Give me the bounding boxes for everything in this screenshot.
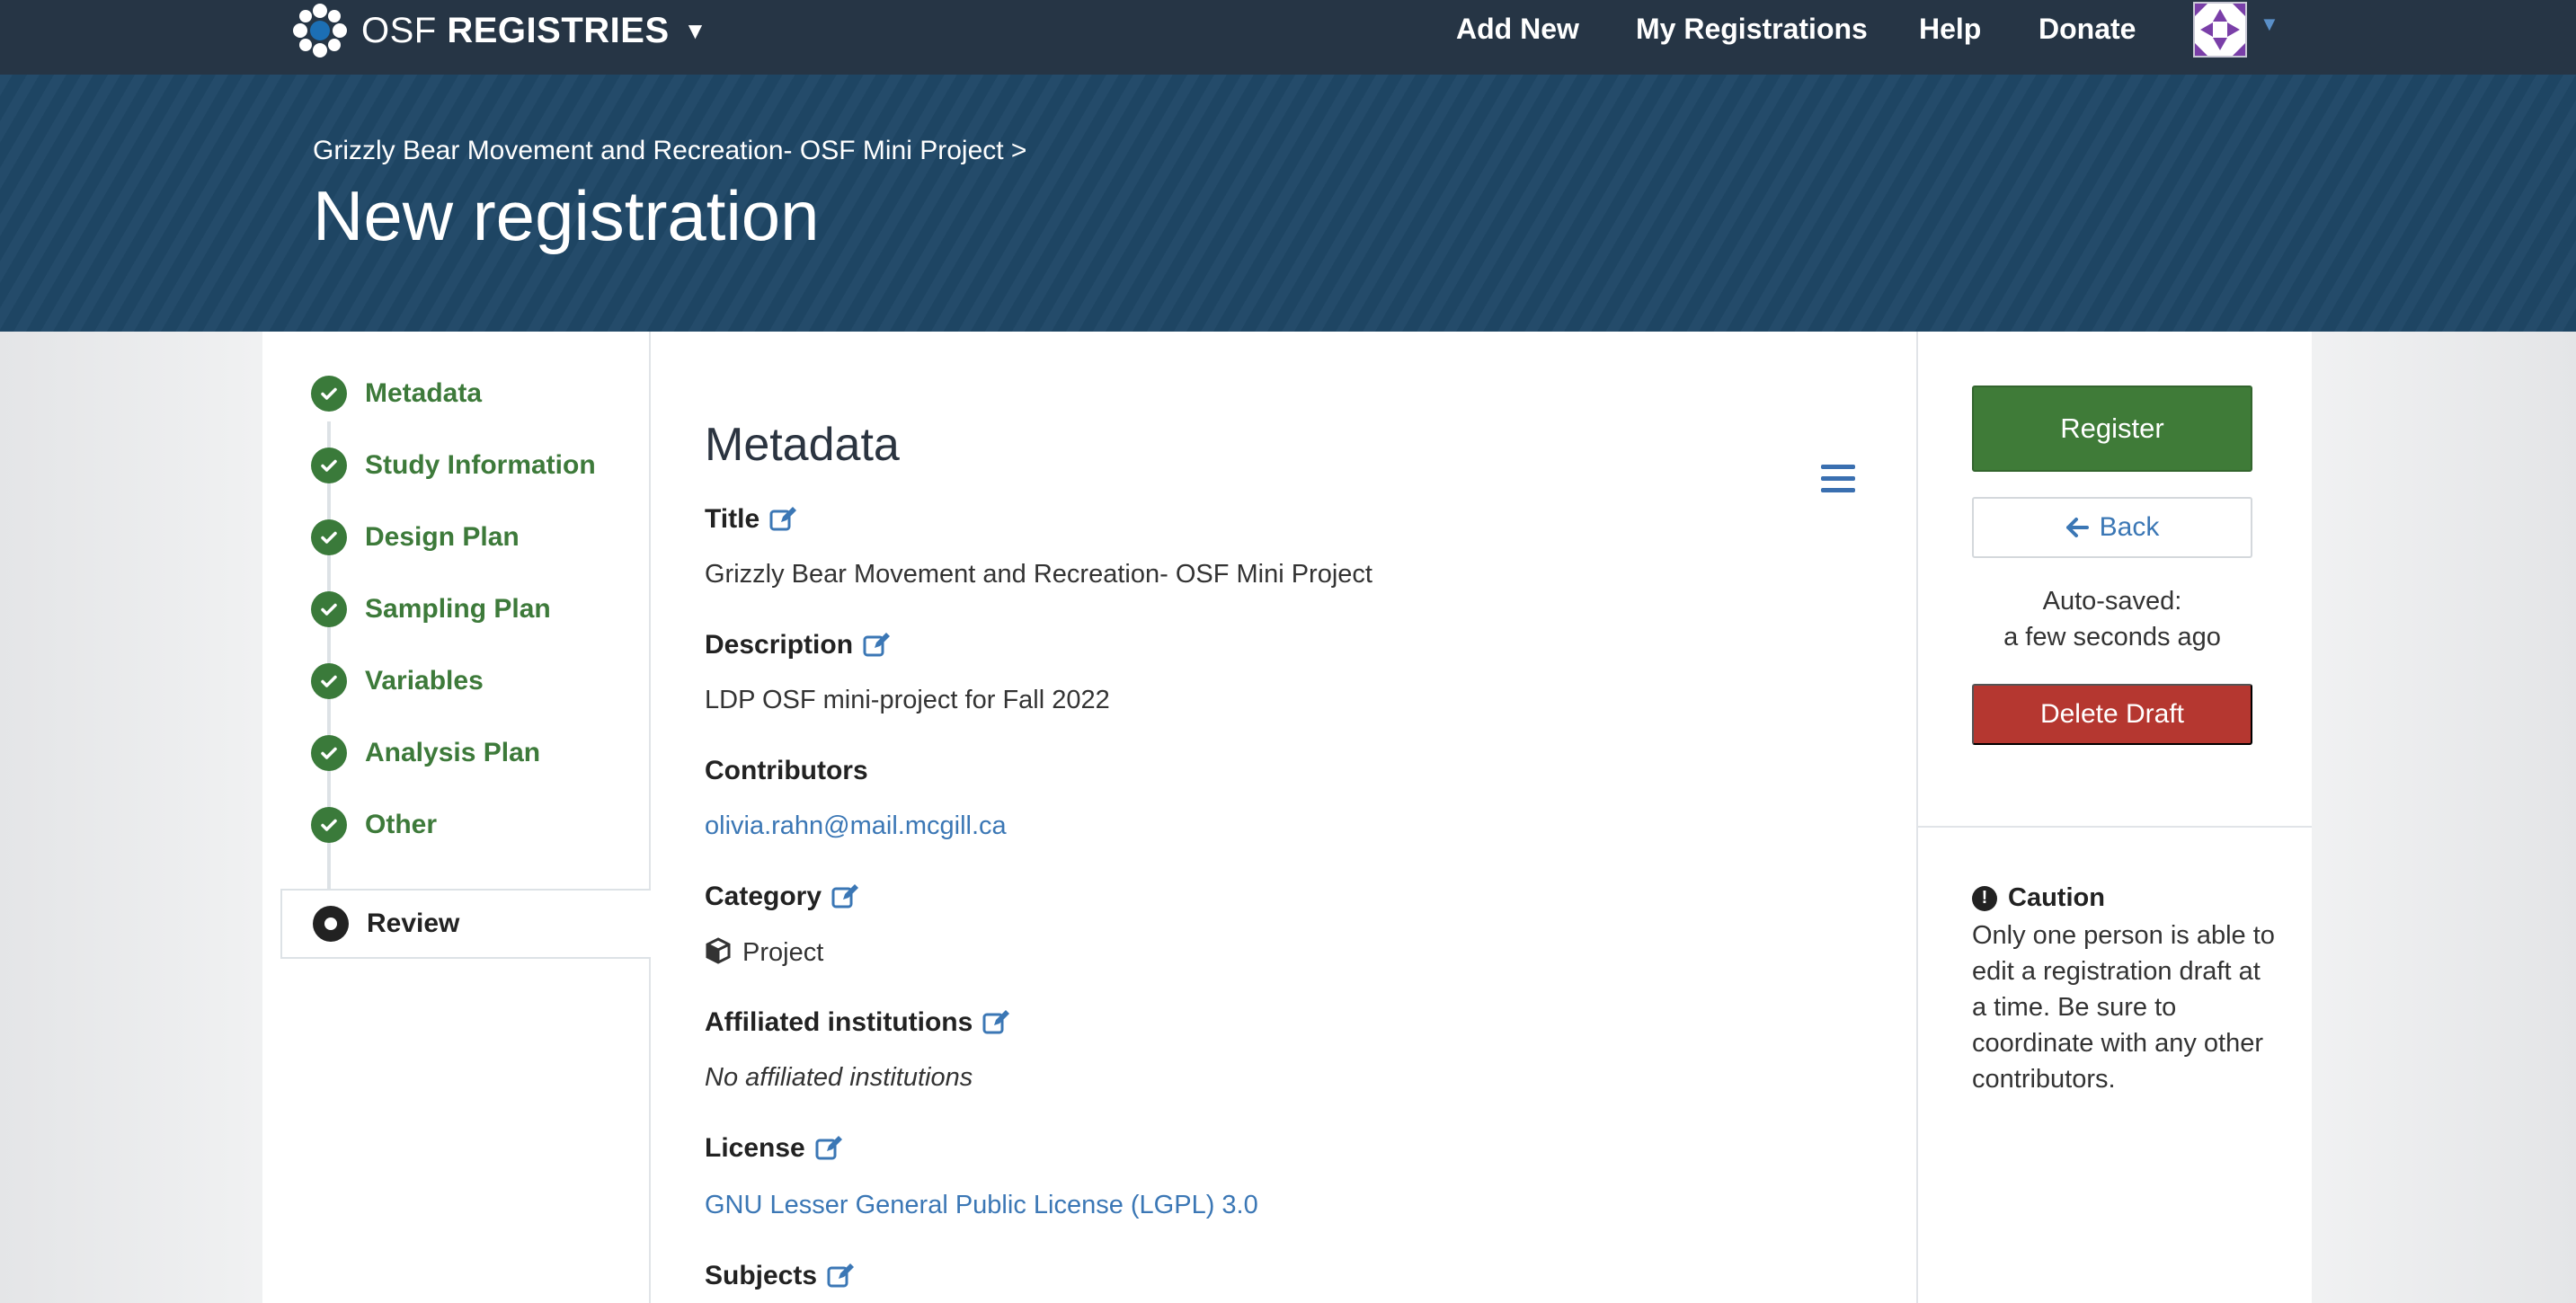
autosave-time: a few seconds ago (2003, 623, 2221, 652)
step-label: Variables (365, 666, 484, 696)
breadcrumb[interactable]: Grizzly Bear Movement and Recreation- OS… (313, 136, 1026, 166)
page-title: New registration (313, 176, 820, 255)
license-field-label: License (705, 1133, 843, 1164)
contributors-field-label: Contributors (705, 756, 868, 785)
user-avatar[interactable] (2193, 2, 2247, 58)
autosave-label: Auto-saved: (2042, 587, 2182, 616)
category-value: Project (705, 937, 823, 968)
edit-icon[interactable] (862, 631, 891, 660)
edit-icon[interactable] (814, 1134, 843, 1163)
step-label: Metadata (365, 378, 483, 408)
check-circle-icon (311, 591, 347, 627)
user-menu-caret-icon[interactable]: ▼ (2260, 13, 2279, 36)
divider (1918, 826, 2312, 828)
edit-icon[interactable] (982, 1008, 1010, 1037)
dot-circle-icon (313, 906, 349, 942)
exclamation-circle-icon: ! (1972, 885, 1997, 911)
check-circle-icon (311, 807, 347, 843)
registration-panel: Metadata Study Information Design Plan S… (262, 332, 2312, 1303)
section-title: Metadata (705, 419, 900, 471)
steps-sidebar: Metadata Study Information Design Plan S… (262, 332, 651, 1303)
step-analysis-plan[interactable]: Analysis Plan (262, 718, 651, 788)
license-link[interactable]: GNU Lesser General Public License (LGPL)… (705, 1191, 1258, 1220)
page-header: Grizzly Bear Movement and Recreation- OS… (0, 75, 2576, 332)
autosave-status: Auto-saved: a few seconds ago (1972, 583, 2252, 655)
step-label: Sampling Plan (365, 594, 551, 624)
hamburger-menu-icon[interactable] (1821, 465, 1855, 495)
top-navbar: OSF REGISTRIES ▼ Add New My Registration… (0, 0, 2576, 75)
step-label: Review (367, 909, 460, 938)
caution-text: Only one person is able to edit a regist… (1972, 921, 2275, 1094)
cube-icon (706, 937, 731, 964)
metadata-section: Metadata Title Grizzly Bear Movement and… (651, 332, 1918, 1303)
nav-my-registrations[interactable]: My Registrations (1636, 13, 1868, 46)
subjects-field-label: Subjects (705, 1261, 855, 1291)
brand-caret-icon: ▼ (683, 16, 707, 44)
osf-logo-icon (293, 4, 347, 58)
check-circle-icon (311, 376, 347, 412)
step-metadata[interactable]: Metadata (262, 359, 651, 429)
title-value: Grizzly Bear Movement and Recreation- OS… (705, 560, 1372, 589)
contributor-link[interactable]: olivia.rahn@mail.mcgill.ca (705, 811, 1007, 841)
step-study-information[interactable]: Study Information (262, 430, 651, 501)
description-field-label: Description (705, 630, 891, 660)
back-button[interactable]: Back (1972, 497, 2252, 558)
edit-icon[interactable] (768, 505, 797, 534)
nav-donate[interactable]: Donate (2039, 13, 2136, 46)
check-circle-icon (311, 663, 347, 699)
step-label: Analysis Plan (365, 738, 541, 767)
step-variables[interactable]: Variables (262, 646, 651, 716)
back-label: Back (2099, 512, 2160, 542)
check-circle-icon (311, 448, 347, 483)
check-circle-icon (311, 519, 347, 555)
title-field-label: Title (705, 504, 797, 535)
delete-draft-button[interactable]: Delete Draft (1972, 684, 2252, 745)
step-review[interactable]: Review (280, 889, 651, 959)
step-design-plan[interactable]: Design Plan (262, 502, 651, 572)
register-button[interactable]: Register (1972, 386, 2252, 472)
step-sampling-plan[interactable]: Sampling Plan (262, 574, 651, 644)
step-label: Other (365, 810, 438, 839)
actions-sidebar: Register Back Auto-saved: a few seconds … (1918, 332, 2312, 1303)
edit-icon[interactable] (831, 882, 859, 911)
brand-menu[interactable]: OSF REGISTRIES ▼ (288, 0, 706, 61)
step-label: Study Information (365, 450, 596, 480)
caution-heading: ! Caution (1972, 883, 2105, 913)
nav-add-new[interactable]: Add New (1456, 13, 1579, 46)
step-other[interactable]: Other (262, 790, 651, 860)
nav-help[interactable]: Help (1919, 13, 1981, 46)
category-field-label: Category (705, 882, 859, 912)
description-value: LDP OSF mini-project for Fall 2022 (705, 686, 1110, 714)
edit-icon[interactable] (826, 1262, 855, 1290)
institutions-value: No affiliated institutions (705, 1063, 973, 1092)
brand-title: OSF REGISTRIES (361, 10, 670, 50)
check-circle-icon (311, 735, 347, 771)
arrow-left-icon (2065, 518, 2089, 537)
step-label: Design Plan (365, 522, 520, 552)
institutions-field-label: Affiliated institutions (705, 1007, 1010, 1038)
